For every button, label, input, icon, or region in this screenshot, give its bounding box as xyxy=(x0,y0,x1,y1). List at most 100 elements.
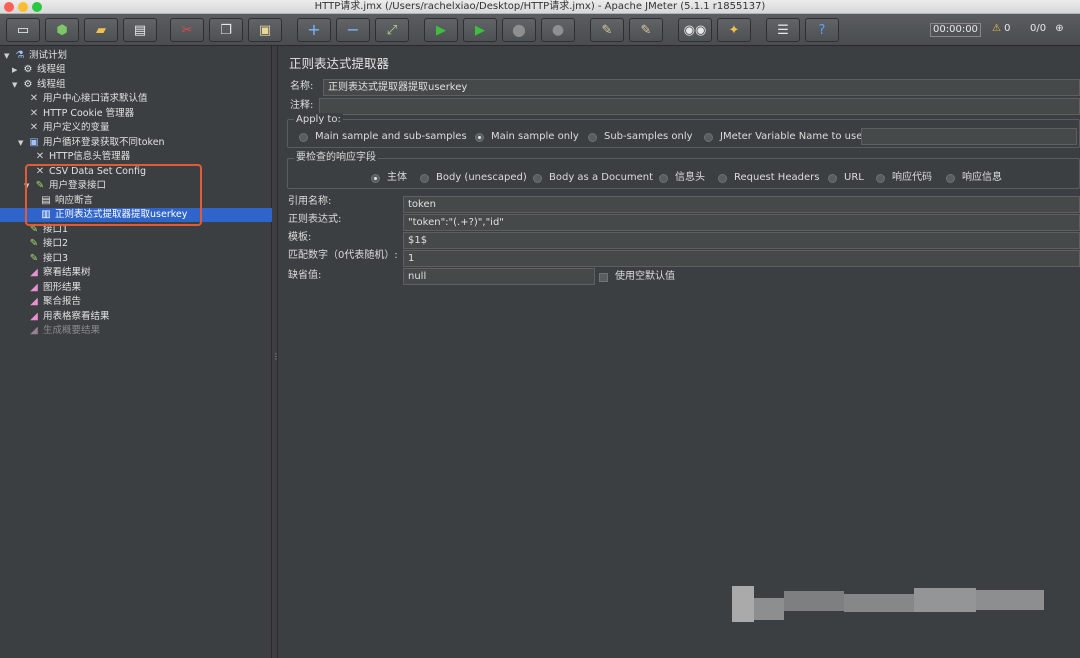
gear-icon: ⚙ xyxy=(23,64,33,75)
search-button[interactable]: ◉◉ xyxy=(678,18,712,42)
expand-all-button[interactable]: + xyxy=(297,18,331,42)
elapsed-timer: 00:00:00 xyxy=(930,23,981,37)
warning-indicator[interactable]: ⚠ 0 xyxy=(992,22,1011,36)
match-number-label: 匹配数字（0代表随机）: xyxy=(288,250,398,261)
wrench-icon: ✕ xyxy=(29,122,39,133)
wrench-icon: ✕ xyxy=(35,151,45,162)
radio-body-unescaped[interactable]: Body (unescaped) xyxy=(420,171,527,185)
paste-button[interactable]: ▣ xyxy=(248,18,282,42)
globe-icon: ⊕ xyxy=(1055,23,1064,34)
zoom-window-button[interactable] xyxy=(32,2,42,12)
radio-body-as-document[interactable]: Body as a Document xyxy=(533,171,653,185)
function-helper-button[interactable]: ☰ xyxy=(766,18,800,42)
split-pane-divider[interactable]: ⋮ xyxy=(272,46,280,658)
tree-item-user-variables[interactable]: ✕ 用户定义的变量 xyxy=(28,121,110,135)
panel-title: 正则表达式提取器 xyxy=(289,56,390,71)
chart-icon: ◢ xyxy=(30,282,38,293)
tree-item-test-plan[interactable]: ▼ ⚗ 测试计划 xyxy=(4,49,67,63)
tree-item-http-defaults[interactable]: ✕ 用户中心接口请求默认值 xyxy=(28,92,148,106)
regex-field[interactable]: "token":"(.+?)","id" xyxy=(403,214,1080,231)
templates-icon: ⬢ xyxy=(56,22,68,38)
open-button[interactable]: ▰ xyxy=(84,18,118,42)
gear-icon: ⚙ xyxy=(23,79,33,90)
tree-item-view-results-tree[interactable]: ◢ 察看结果树 xyxy=(28,266,90,280)
clear-all-button[interactable]: ✎ xyxy=(629,18,663,42)
name-field[interactable]: 正则表达式提取器提取userkey xyxy=(323,79,1080,96)
radio-sub-samples-only[interactable]: Sub-samples only xyxy=(588,130,693,144)
cut-icon: ✂ xyxy=(181,22,193,38)
list-icon: ☰ xyxy=(777,22,789,38)
default-value-label: 缺省值: xyxy=(288,270,322,281)
tree-item-table-results[interactable]: ◢ 用表格察看结果 xyxy=(28,310,109,324)
start-no-pauses-button[interactable]: ▶ xyxy=(463,18,497,42)
clear-button[interactable]: ✎ xyxy=(590,18,624,42)
shutdown-button[interactable]: ● xyxy=(541,18,575,42)
collapse-all-button[interactable]: − xyxy=(336,18,370,42)
reference-name-field[interactable]: token xyxy=(403,196,1080,213)
apply-to-legend: Apply to: xyxy=(294,113,343,127)
toggle-button[interactable]: ⤢ xyxy=(375,18,409,42)
tree-item-thread-group[interactable]: ▶ ⚙ 线程组 xyxy=(12,63,66,77)
tree-item-graph-results[interactable]: ◢ 图形结果 xyxy=(28,281,81,295)
tree-item-summary-report[interactable]: ◢ 生成概要结果 xyxy=(28,324,100,338)
comment-label: 注释: xyxy=(290,100,314,111)
warning-count: 0 xyxy=(1004,23,1011,34)
chevron-down-icon: ▼ xyxy=(18,139,24,147)
test-plan-tree[interactable]: ▼ ⚗ 测试计划 ▶ ⚙ 线程组 ▼ ⚙ 线程组 ✕ 用户中心接口请求默认值 ✕… xyxy=(0,46,272,658)
window-title-bar: HTTP请求.jmx (/Users/rachelxiao/Desktop/HT… xyxy=(0,0,1080,14)
default-value-field[interactable]: null xyxy=(403,268,595,285)
thread-count: 0/0 xyxy=(1030,23,1047,34)
chevron-down-icon: ▼ xyxy=(12,81,18,89)
new-button[interactable]: ▭ xyxy=(6,18,40,42)
tree-item-api-2[interactable]: ✎ 接口2 xyxy=(28,237,68,251)
radio-response-code[interactable]: 响应代码 xyxy=(876,171,932,185)
chart-icon: ◢ xyxy=(30,311,38,322)
help-button[interactable]: ? xyxy=(805,18,839,42)
shutdown-icon: ● xyxy=(551,22,565,38)
radio-main-and-sub-samples[interactable]: Main sample and sub-samples xyxy=(299,130,467,144)
template-field[interactable]: $1$ xyxy=(403,232,1080,249)
broom-icon: ✦ xyxy=(728,22,740,38)
tree-item-cookie-manager[interactable]: ✕ HTTP Cookie 管理器 xyxy=(28,107,134,121)
name-label: 名称: xyxy=(290,81,314,92)
radio-body[interactable]: 主体 xyxy=(371,171,407,185)
warning-icon: ⚠ xyxy=(992,23,1001,34)
save-button[interactable]: ▤ xyxy=(123,18,157,42)
plus-icon: + xyxy=(307,20,321,39)
flask-icon: ⚗ xyxy=(15,50,25,61)
save-icon: ▤ xyxy=(133,22,147,38)
new-file-icon: ▭ xyxy=(16,22,30,38)
play-icon: ▶ xyxy=(436,22,446,38)
chart-icon: ◢ xyxy=(30,267,38,278)
tree-item-header-manager[interactable]: ✕ HTTP信息头管理器 xyxy=(34,150,131,164)
radio-url[interactable]: URL xyxy=(828,171,864,185)
stop-icon: ● xyxy=(512,20,526,39)
clear-icon: ✎ xyxy=(601,22,613,38)
tree-item-thread-group[interactable]: ▼ ⚙ 线程组 xyxy=(12,78,66,92)
radio-main-sample-only[interactable]: Main sample only xyxy=(475,130,579,144)
match-number-field[interactable]: 1 xyxy=(403,250,1080,267)
close-window-button[interactable] xyxy=(4,2,14,12)
use-empty-default-checkbox[interactable]: 使用空默认值 xyxy=(599,270,675,284)
minimize-window-button[interactable] xyxy=(18,2,28,12)
radio-headers[interactable]: 信息头 xyxy=(659,171,705,185)
stop-button[interactable]: ● xyxy=(502,18,536,42)
cut-button[interactable]: ✂ xyxy=(170,18,204,42)
radio-request-headers[interactable]: Request Headers xyxy=(718,171,819,185)
reset-search-button[interactable]: ✦ xyxy=(717,18,751,42)
jmeter-variable-name-field[interactable] xyxy=(861,128,1077,145)
reference-name-label: 引用名称: xyxy=(288,196,332,207)
tree-item-loop-controller[interactable]: ▼ ▣ 用户循环登录获取不同token xyxy=(18,136,165,150)
start-button[interactable]: ▶ xyxy=(424,18,458,42)
tree-item-aggregate-report[interactable]: ◢ 聚合报告 xyxy=(28,295,81,309)
field-to-check-legend: 要检查的响应字段 xyxy=(294,151,378,165)
templates-button[interactable]: ⬢ xyxy=(45,18,79,42)
active-threads: 0/0 ⊕ xyxy=(1030,22,1064,36)
copy-button[interactable]: ❐ xyxy=(209,18,243,42)
radio-response-message[interactable]: 响应信息 xyxy=(946,171,1002,185)
chevron-down-icon: ▼ xyxy=(4,52,10,60)
radio-jmeter-variable[interactable]: JMeter Variable Name to use xyxy=(704,130,862,144)
help-icon: ? xyxy=(818,22,826,38)
tree-item-api-3[interactable]: ✎ 接口3 xyxy=(28,252,68,266)
comment-field[interactable] xyxy=(319,98,1080,115)
